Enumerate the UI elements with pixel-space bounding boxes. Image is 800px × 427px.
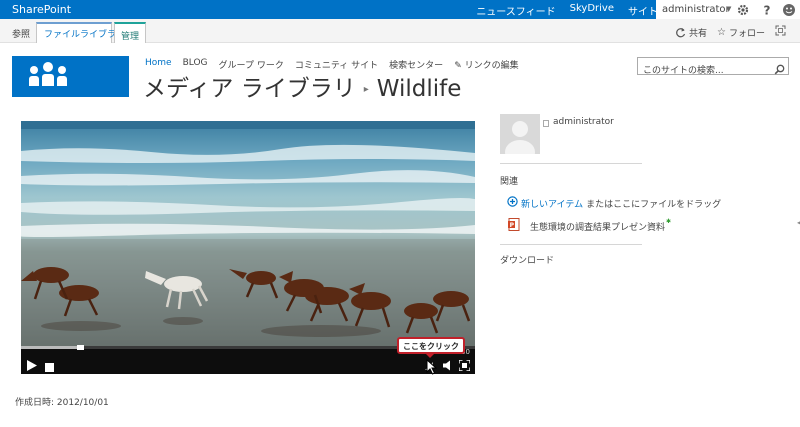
user-menu-area: administrator ▼ ? <box>656 0 800 19</box>
chevron-down-icon: ▼ <box>726 5 732 13</box>
help-icon[interactable]: ? <box>760 2 774 18</box>
share-icon <box>676 27 686 37</box>
avatar[interactable] <box>500 114 540 154</box>
click-here-callout: ここをクリック <box>397 337 465 358</box>
site-search-box <box>637 57 789 79</box>
suite-link-sites[interactable]: サイト <box>628 3 658 18</box>
person-silhouette-icon <box>505 121 535 154</box>
related-document: P 生態環境の調査結果プレゼン資料 ✱ <box>508 218 671 234</box>
suite-link-newsfeed[interactable]: ニュースフィード <box>476 3 555 18</box>
page-title: メディア ライブラリ ▸ Wildlife <box>143 69 461 103</box>
follow-button[interactable]: ☆ フォロー <box>717 26 765 39</box>
people-logo-icon <box>24 62 71 92</box>
related-heading: 関連 <box>500 177 519 187</box>
smiley-icon[interactable] <box>782 2 796 16</box>
new-item-row: 新しいアイテム またはここにファイルをドラッグ <box>507 196 721 210</box>
svg-text:P: P <box>510 222 515 229</box>
stop-icon[interactable] <box>45 357 54 374</box>
drag-files-hint: またはここにファイルをドラッグ <box>586 199 722 210</box>
document-link[interactable]: 生態環境の調査結果プレゼン資料 ✱ <box>530 217 672 233</box>
fullscreen-icon[interactable] <box>458 356 471 374</box>
breadcrumb-item: Wildlife <box>376 76 462 102</box>
suite-links: ニュースフィード SkyDrive サイト <box>476 3 658 18</box>
powerpoint-file-icon: P <box>508 218 520 234</box>
focus-content-icon[interactable] <box>775 25 786 39</box>
seek-handle[interactable] <box>77 345 85 350</box>
suite-link-skydrive[interactable]: SkyDrive <box>570 3 614 18</box>
seek-progress <box>21 346 81 349</box>
search-input[interactable] <box>638 63 768 79</box>
gear-icon[interactable] <box>736 2 750 16</box>
speaker-icon[interactable] <box>442 356 452 374</box>
edit-links-label: リンクの編集 <box>464 61 519 71</box>
mouse-pointer-icon <box>426 358 438 379</box>
tab-manage[interactable]: 管理 <box>114 22 147 43</box>
user-menu[interactable]: administrator <box>662 4 730 15</box>
play-icon[interactable] <box>27 356 37 374</box>
add-circle-icon[interactable] <box>507 196 518 210</box>
breadcrumb-library[interactable]: メディア ライブラリ <box>143 76 356 102</box>
document-title: 生態環境の調査結果プレゼン資料 <box>530 222 666 233</box>
sharepoint-brand[interactable]: SharePoint <box>12 3 71 16</box>
follow-label: フォロー <box>728 28 765 39</box>
new-item-link[interactable]: 新しいアイテム <box>521 197 583 210</box>
author-name[interactable]: administrator <box>553 117 614 127</box>
site-logo[interactable] <box>12 56 129 97</box>
suite-bar: SharePoint ニュースフィード SkyDrive サイト adminis… <box>0 0 800 19</box>
share-button[interactable]: 共有 <box>675 26 707 39</box>
video-frame <box>21 121 475 346</box>
presence-indicator <box>543 120 549 127</box>
download-heading[interactable]: ダウンロード <box>500 253 554 266</box>
new-badge-icon: ✱ <box>666 217 672 225</box>
search-icon[interactable] <box>774 60 785 79</box>
created-date: 作成日時: 2012/10/01 <box>15 398 109 408</box>
star-icon: ☆ <box>717 26 726 38</box>
divider <box>500 244 642 245</box>
svg-text:?: ? <box>764 4 771 18</box>
ribbon-bar: 参照 ファイル ライブラリ 管理 共有 ☆ フォロー <box>0 19 800 43</box>
share-label: 共有 <box>689 28 708 39</box>
divider <box>500 163 642 164</box>
tab-browse[interactable]: 参照 <box>6 22 36 43</box>
breadcrumb-separator-icon: ▸ <box>363 84 369 95</box>
ribbon-actions: 共有 ☆ フォロー <box>675 25 786 39</box>
edit-links-button[interactable]: ✎ リンクの編集 <box>454 58 518 71</box>
